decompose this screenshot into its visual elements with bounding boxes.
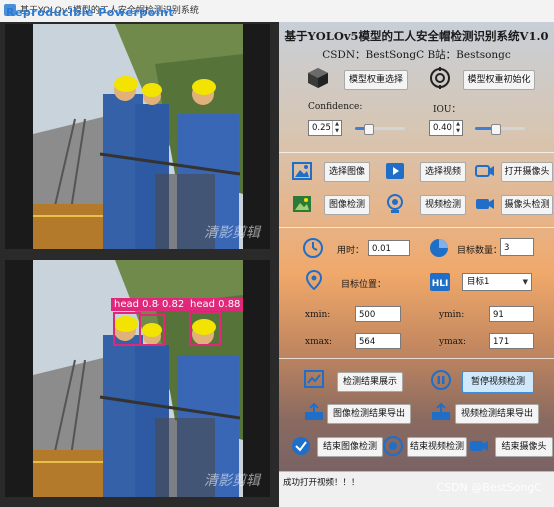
end-camera-button[interactable]: 结束摄像头	[495, 437, 553, 457]
target-select-icon: HLI	[430, 273, 450, 291]
time-value-field: 0.01	[368, 240, 410, 256]
detection-video-frame: head 0.84 0.82 head 0.88 清影剪辑	[5, 260, 270, 497]
image-detect-button[interactable]: 图像检测	[324, 195, 370, 215]
open-camera-button[interactable]: 打开摄像头	[501, 162, 553, 182]
confidence-slider[interactable]	[355, 124, 405, 135]
target-count-field: 3	[500, 238, 534, 256]
export-image-result-button[interactable]: 图像检测结果导出	[327, 404, 411, 424]
chevron-down-icon: ▼	[522, 278, 528, 286]
separator	[279, 152, 554, 153]
iou-slider-handle[interactable]	[491, 124, 501, 135]
video-detect-button[interactable]: 视频检测	[420, 195, 466, 215]
ymax-label: ymax:	[439, 337, 467, 347]
xmax-field: 564	[355, 333, 401, 349]
target-position-label: 目标位置：	[341, 280, 387, 290]
video-camera-icon	[476, 199, 494, 209]
show-result-button[interactable]: 检测结果展示	[337, 372, 403, 392]
video-watermark: 清影剪辑	[204, 225, 260, 241]
camera-icon	[475, 165, 494, 177]
csdn-watermark: CSDN @BestSongC	[436, 481, 542, 494]
overlay-watermark: Reproducible Powerpoint	[6, 6, 175, 19]
time-label: 用时：	[337, 246, 365, 256]
confidence-spinbox[interactable]: 0.25 ▲ ▼	[308, 120, 342, 136]
source-video-image	[5, 24, 270, 249]
app-subtitle: CSDN：BestSongC B站：Bestsongc	[322, 49, 511, 61]
camera-detect-button[interactable]: 摄像头检测	[501, 195, 553, 215]
status-message: 成功打开视频！！！	[283, 478, 360, 488]
camera-off-icon	[470, 441, 488, 451]
separator	[279, 358, 554, 359]
xmin-field: 500	[355, 306, 401, 322]
detection-video-image	[5, 260, 270, 497]
ymin-label: ymin:	[439, 310, 465, 320]
video-file-icon	[386, 163, 404, 179]
check-circle-icon	[292, 437, 310, 455]
confidence-label: Confidence:	[308, 102, 363, 112]
detection-box-2	[139, 314, 165, 346]
image-detect-icon	[293, 196, 311, 212]
spin-arrows[interactable]: ▲ ▼	[332, 121, 341, 135]
export-video-result-button[interactable]: 视频检测结果导出	[455, 404, 539, 424]
export-icon	[432, 403, 450, 420]
xmax-label: xmax:	[305, 337, 333, 347]
location-pin-icon	[306, 270, 322, 290]
confidence-slider-handle[interactable]	[364, 124, 374, 135]
ymin-field: 91	[489, 306, 534, 322]
pause-video-detect-button[interactable]: 暂停视频检测	[462, 371, 534, 393]
ymax-field: 171	[489, 333, 534, 349]
separator	[279, 227, 554, 228]
image-icon	[292, 162, 312, 180]
svg-text:HLI: HLI	[432, 279, 449, 289]
stop-circle-icon	[383, 436, 403, 456]
iou-slider[interactable]	[475, 124, 525, 135]
clock-icon	[303, 238, 323, 258]
source-video-frame: 清影剪辑	[5, 24, 270, 249]
xmin-label: xmin:	[305, 310, 331, 320]
app-title: 基于YOLOv5模型的工人安全帽检测识别系统V1.0	[284, 29, 549, 43]
pie-chart-icon	[430, 239, 448, 257]
export-icon	[305, 403, 323, 420]
target-icon	[430, 67, 450, 89]
webcam-icon	[387, 194, 403, 213]
pause-icon	[431, 370, 451, 390]
model-weight-init-button[interactable]: 模型权重初始化	[463, 70, 535, 90]
video-watermark: 清影剪辑	[204, 473, 260, 489]
end-image-detect-button[interactable]: 结束图像检测	[317, 437, 383, 457]
chart-report-icon	[304, 370, 324, 388]
select-video-button[interactable]: 选择视频	[420, 162, 466, 182]
control-panel: 基于YOLOv5模型的工人安全帽检测识别系统V1.0 CSDN：BestSong…	[279, 22, 554, 507]
detection-box-1	[113, 312, 141, 346]
iou-spinbox[interactable]: 0.40 ▲ ▼	[429, 120, 463, 136]
cube-icon	[308, 68, 328, 88]
iou-label: IOU：	[433, 105, 461, 115]
target-select-dropdown[interactable]: 目标1 ▼	[462, 273, 532, 291]
target-count-label: 目标数量：	[457, 246, 503, 256]
model-weight-select-button[interactable]: 模型权重选择	[344, 70, 408, 90]
spin-arrows[interactable]: ▲ ▼	[453, 121, 462, 135]
select-image-button[interactable]: 选择图像	[324, 162, 370, 182]
video-pane: 清影剪辑 head 0.84 0.82 head 0.88 清影剪辑	[0, 22, 279, 507]
detection-box-3	[189, 312, 221, 346]
detection-label-2: 0.82	[159, 298, 188, 311]
end-video-detect-button[interactable]: 结束视频检测	[407, 437, 467, 457]
detection-label-3: head 0.88	[187, 298, 244, 311]
